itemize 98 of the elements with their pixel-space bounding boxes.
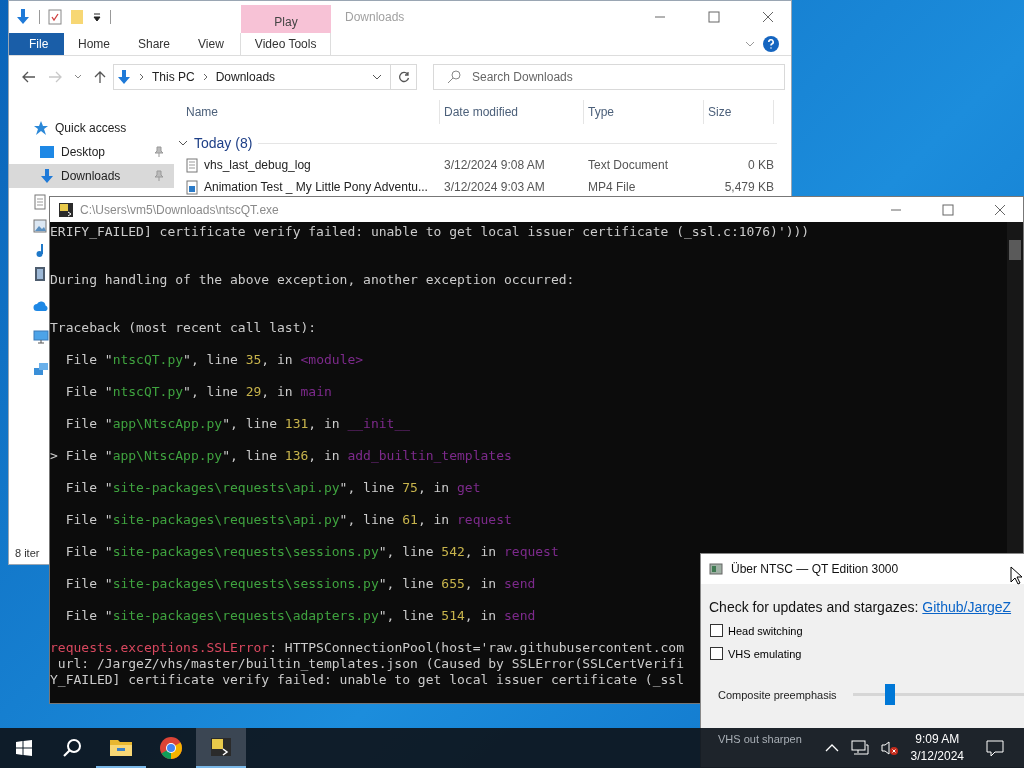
status-text: 8 iter bbox=[15, 547, 40, 559]
table-cell-text: 0 KB bbox=[747, 158, 774, 172]
console-line: File "site-packages\requests\sessions.py", line 655, in send bbox=[64, 576, 536, 592]
desktop-icon bbox=[39, 145, 55, 159]
contextual-tab-label: Play bbox=[274, 15, 298, 29]
console-line: url: /JargeZ/vhs/master/builtin_templates.json (Caused by SSLError(SSLCertVerifi bbox=[56, 656, 684, 672]
film-icon bbox=[33, 266, 47, 282]
search-icon bbox=[62, 738, 82, 758]
slider-label: VHS out sharpen bbox=[718, 733, 802, 745]
cloud-icon bbox=[33, 300, 49, 312]
console-line: ERIFY_FAILED] certificate verify failed: unable to get local issuer certificate (_ssl.c:1076)'))) bbox=[50, 224, 810, 240]
console-line: During handling of the above exception, another exception occurred: bbox=[50, 272, 575, 288]
refresh-button[interactable] bbox=[391, 64, 417, 90]
console-line: File "site-packages\requests\api.py", line 61, in request bbox=[64, 512, 512, 528]
network-icon[interactable] bbox=[850, 740, 869, 756]
text-file-icon bbox=[186, 157, 198, 173]
help-icon[interactable] bbox=[763, 36, 779, 52]
chevron-right-icon bbox=[139, 73, 144, 81]
chevron-down-icon[interactable] bbox=[372, 74, 382, 80]
up-arrow-icon[interactable] bbox=[94, 70, 106, 84]
console-line: Y_FAILED] certificate verify failed: unable to get local issuer certificate (_ssl bbox=[50, 672, 684, 688]
file-name[interactable]: vhs_last_debug_log bbox=[204, 158, 311, 172]
window-title: Downloads bbox=[345, 10, 405, 24]
document-icon bbox=[33, 194, 47, 210]
console-line: File "site-packages\requests\api.py", line 75, in get bbox=[64, 480, 481, 496]
column-header[interactable]: Type bbox=[584, 100, 704, 124]
ribbon-tab[interactable]: File bbox=[9, 33, 64, 55]
github-link[interactable]: Github/JargeZ bbox=[922, 599, 1012, 615]
speaker-muted-icon[interactable] bbox=[880, 740, 899, 756]
column-header[interactable]: Size bbox=[704, 100, 774, 124]
taskbar-app[interactable] bbox=[196, 728, 246, 768]
console-line: File "ntscQT.py", line 35, in <module> bbox=[64, 352, 364, 368]
close-icon[interactable] bbox=[762, 11, 774, 23]
table-cell-text: MP4 File bbox=[587, 180, 637, 194]
table-cell-text: 5,479 KB bbox=[723, 180, 774, 194]
file-name[interactable]: Animation Test _ My Little Pony Adventu... bbox=[204, 180, 428, 194]
column-header[interactable]: Name bbox=[174, 100, 440, 124]
app-icon bbox=[709, 563, 723, 575]
checkbox-label: Head switching bbox=[728, 624, 803, 637]
notification-icon[interactable] bbox=[986, 739, 1004, 757]
update-text: Check for updates and stargazes: bbox=[709, 599, 919, 615]
chevron-up-icon[interactable] bbox=[824, 744, 839, 752]
ribbon-tab[interactable]: Home bbox=[64, 33, 124, 55]
console-line: requests.exceptions.SSLError: HTTPSConnectionPool(host='raw.githubusercontent.com bbox=[50, 640, 684, 656]
app-icon bbox=[58, 201, 74, 218]
nav-item[interactable]: Desktop bbox=[9, 140, 174, 164]
maximize-icon[interactable] bbox=[708, 11, 720, 23]
windows-logo-icon bbox=[16, 740, 32, 756]
nav-item[interactable]: Downloads bbox=[9, 164, 174, 188]
maximize-icon[interactable] bbox=[942, 203, 954, 216]
breadcrumb[interactable]: This PC bbox=[152, 70, 195, 84]
download-arrow-icon bbox=[117, 69, 131, 85]
console-line: File "site-packages\requests\sessions.py", line 542, in request bbox=[64, 544, 559, 560]
group-header[interactable]: Today (8) bbox=[194, 135, 253, 151]
download-arrow-icon bbox=[39, 168, 55, 184]
clock-date[interactable]: 3/12/2024 bbox=[910, 748, 964, 765]
close-icon[interactable] bbox=[994, 203, 1006, 216]
checkbox-label: VHS emulating bbox=[728, 647, 802, 660]
ribbon-tab[interactable]: View bbox=[184, 33, 238, 55]
scrollbar-thumb[interactable] bbox=[1009, 240, 1021, 260]
download-arrow-icon[interactable] bbox=[15, 8, 31, 26]
chevron-down-icon[interactable] bbox=[178, 140, 188, 146]
star-icon bbox=[33, 120, 49, 136]
slider-thumb[interactable] bbox=[884, 684, 895, 705]
search-icon bbox=[447, 70, 461, 84]
window-title: C:\Users\vm5\Downloads\ntscQT.exe bbox=[80, 202, 279, 217]
chevron-down-icon[interactable] bbox=[74, 74, 82, 80]
ribbon-tab[interactable]: Video Tools bbox=[239, 33, 332, 55]
window-title: Über NTSC — QT Edition 3000 bbox=[731, 562, 899, 576]
folder-icon bbox=[109, 737, 133, 757]
clock-time[interactable]: 9:09 AM bbox=[915, 731, 960, 748]
breadcrumb[interactable]: Downloads bbox=[215, 70, 276, 84]
properties-icon[interactable] bbox=[48, 9, 62, 25]
nav-item[interactable]: Quick access bbox=[9, 116, 174, 140]
slider-label: Composite preemphasis bbox=[718, 688, 837, 701]
console-line: File "app\NtscApp.py", line 131, in __init__ bbox=[64, 416, 411, 432]
terminal-app-icon bbox=[209, 735, 233, 759]
console-line: File "ntscQT.py", line 29, in main bbox=[64, 384, 332, 400]
caret-icon[interactable] bbox=[92, 12, 102, 22]
refresh-icon bbox=[397, 71, 410, 83]
ribbon-tab[interactable]: Share bbox=[124, 33, 185, 55]
table-cell-text: Text Document bbox=[587, 158, 670, 172]
console-line: Traceback (most recent call last): bbox=[50, 320, 317, 336]
console-line: File "site-packages\requests\adapters.py", line 514, in send bbox=[64, 608, 536, 624]
chevron-right-icon bbox=[202, 73, 208, 81]
table-cell-text: 3/12/2024 9:03 AM bbox=[443, 180, 546, 194]
search-field[interactable]: Search Downloads bbox=[433, 64, 785, 90]
address-bar[interactable]: This PC Downloads bbox=[113, 64, 391, 90]
browser-icon bbox=[159, 736, 183, 760]
console-line: > File "app\NtscApp.py", line 136, in add_builtin_templates bbox=[50, 448, 512, 464]
checkbox[interactable] bbox=[710, 647, 723, 660]
checkbox[interactable] bbox=[710, 624, 723, 637]
picture-icon bbox=[33, 218, 47, 234]
computer-icon bbox=[33, 330, 49, 344]
back-arrow-icon[interactable] bbox=[22, 71, 36, 83]
table-cell-text: 3/12/2024 9:08 AM bbox=[443, 158, 546, 172]
network-icon bbox=[33, 362, 49, 376]
column-header[interactable]: Date modified bbox=[440, 100, 584, 124]
